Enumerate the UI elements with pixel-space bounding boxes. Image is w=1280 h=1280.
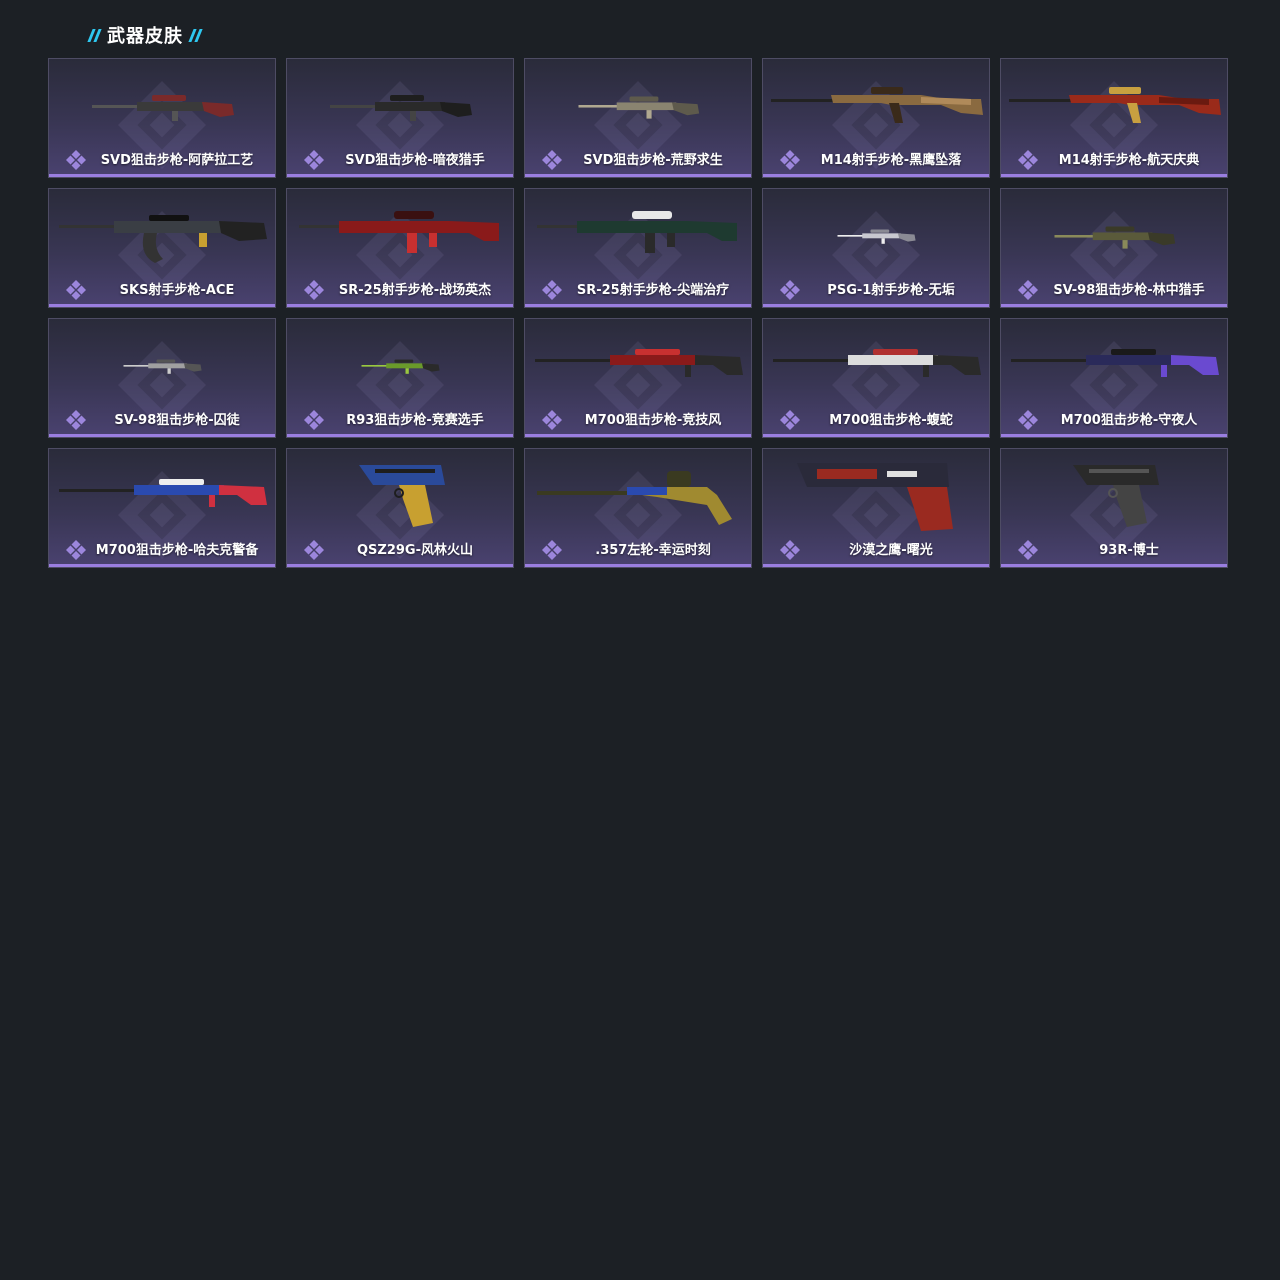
weapon-skin-card[interactable]: .357左轮-幸运时刻 <box>524 448 752 568</box>
weapon-image <box>1054 226 1176 249</box>
weapon-skin-card[interactable]: 93R-博士 <box>1000 448 1228 568</box>
weapon-image <box>92 95 234 121</box>
weapon-skin-card[interactable]: M700狙击步枪-哈夫克警备 <box>48 448 276 568</box>
weapon-skin-name: M700狙击步枪-蝮蛇 <box>829 413 953 428</box>
weapon-skin-name: SVD狙击步枪-阿萨拉工艺 <box>100 153 254 168</box>
weapon-image <box>59 215 267 263</box>
weapon-image <box>535 349 743 377</box>
weapon-skin-name: QSZ29G-风林火山 <box>357 543 473 558</box>
weapon-skin-card[interactable]: M700狙击步枪-竞技风 <box>524 318 752 438</box>
section-title: 武器皮肤 <box>107 26 183 47</box>
weapon-image <box>837 229 916 244</box>
weapon-skin-card[interactable]: SR-25射手步枪-尖端治疗 <box>524 188 752 308</box>
weapon-image <box>1009 87 1221 123</box>
weapon-image <box>537 211 737 253</box>
weapon-skin-card[interactable]: M700狙击步枪-守夜人 <box>1000 318 1228 438</box>
weapon-skin-name: M14射手步枪-黑鹰坠落 <box>820 153 962 168</box>
weapon-skin-card[interactable]: SVD狙击步枪-阿萨拉工艺 <box>48 58 276 178</box>
weapon-image <box>773 349 981 377</box>
section-header: 武器皮肤 <box>87 22 203 48</box>
weapon-skin-grid: SVD狙击步枪-阿萨拉工艺 SVD狙击步枪-暗夜猎手 SVD狙击步枪-荒野求生 M14… <box>48 58 1228 568</box>
weapon-skin-card[interactable]: M14射手步枪-黑鹰坠落 <box>762 58 990 178</box>
weapon-skin-name: SVD狙击步枪-暗夜猎手 <box>345 153 485 168</box>
weapon-skin-name: M700狙击步枪-守夜人 <box>1060 413 1198 428</box>
weapon-image <box>771 87 983 123</box>
weapon-skin-card[interactable]: SV-98狙击步枪-林中猎手 <box>1000 188 1228 308</box>
weapon-skin-card[interactable]: 沙漠之鹰-曙光 <box>762 448 990 568</box>
weapon-skin-name: SV-98狙击步枪-囚徒 <box>114 413 240 428</box>
weapon-skin-card[interactable]: QSZ29G-风林火山 <box>286 448 514 568</box>
weapon-skin-card[interactable]: SVD狙击步枪-荒野求生 <box>524 58 752 178</box>
weapon-skin-name: SR-25射手步枪-尖端治疗 <box>576 283 730 298</box>
weapon-skin-card[interactable]: M14射手步枪-航天庆典 <box>1000 58 1228 178</box>
weapon-image <box>299 211 499 253</box>
weapon-skin-card[interactable]: SVD狙击步枪-暗夜猎手 <box>286 58 514 178</box>
weapon-skin-card[interactable]: SKS射手步枪-ACE <box>48 188 276 308</box>
weapon-image <box>59 479 267 507</box>
weapon-skin-name: M700狙击步枪-竞技风 <box>584 413 722 428</box>
weapon-skin-name: M700狙击步枪-哈夫克警备 <box>95 543 259 558</box>
weapon-image <box>537 471 732 525</box>
weapon-image <box>359 465 445 527</box>
section-header-left-decoration <box>87 28 102 42</box>
section-header-right-decoration <box>188 28 203 42</box>
weapon-image <box>361 359 440 374</box>
weapon-skin-name: PSG-1射手步枪-无垢 <box>827 283 955 298</box>
weapon-skin-card[interactable]: M700狙击步枪-蝮蛇 <box>762 318 990 438</box>
weapon-image <box>330 95 472 121</box>
weapon-skin-name: 沙漠之鹰-曙光 <box>849 543 933 558</box>
weapon-skin-name: SR-25射手步枪-战场英杰 <box>338 283 492 298</box>
weapon-skin-name: R93狙击步枪-竞赛选手 <box>346 413 484 428</box>
weapon-skin-card[interactable]: PSG-1射手步枪-无垢 <box>762 188 990 308</box>
weapon-skin-name: M14射手步枪-航天庆典 <box>1058 153 1200 168</box>
weapon-skin-name: SKS射手步枪-ACE <box>119 283 235 298</box>
weapon-image <box>123 359 202 374</box>
weapon-skin-card[interactable]: SR-25射手步枪-战场英杰 <box>286 188 514 308</box>
weapon-skin-name: SV-98狙击步枪-林中猎手 <box>1053 283 1205 298</box>
weapon-skin-name: SVD狙击步枪-荒野求生 <box>583 153 723 168</box>
weapon-skin-name: 93R-博士 <box>1099 543 1159 558</box>
weapon-image <box>797 463 953 531</box>
weapon-image <box>1073 465 1159 527</box>
weapon-skin-card[interactable]: R93狙击步枪-竞赛选手 <box>286 318 514 438</box>
weapon-skin-name: .357左轮-幸运时刻 <box>595 543 711 558</box>
weapon-image <box>578 96 700 119</box>
weapon-skin-card[interactable]: SV-98狙击步枪-囚徒 <box>48 318 276 438</box>
weapon-image <box>1011 349 1219 377</box>
